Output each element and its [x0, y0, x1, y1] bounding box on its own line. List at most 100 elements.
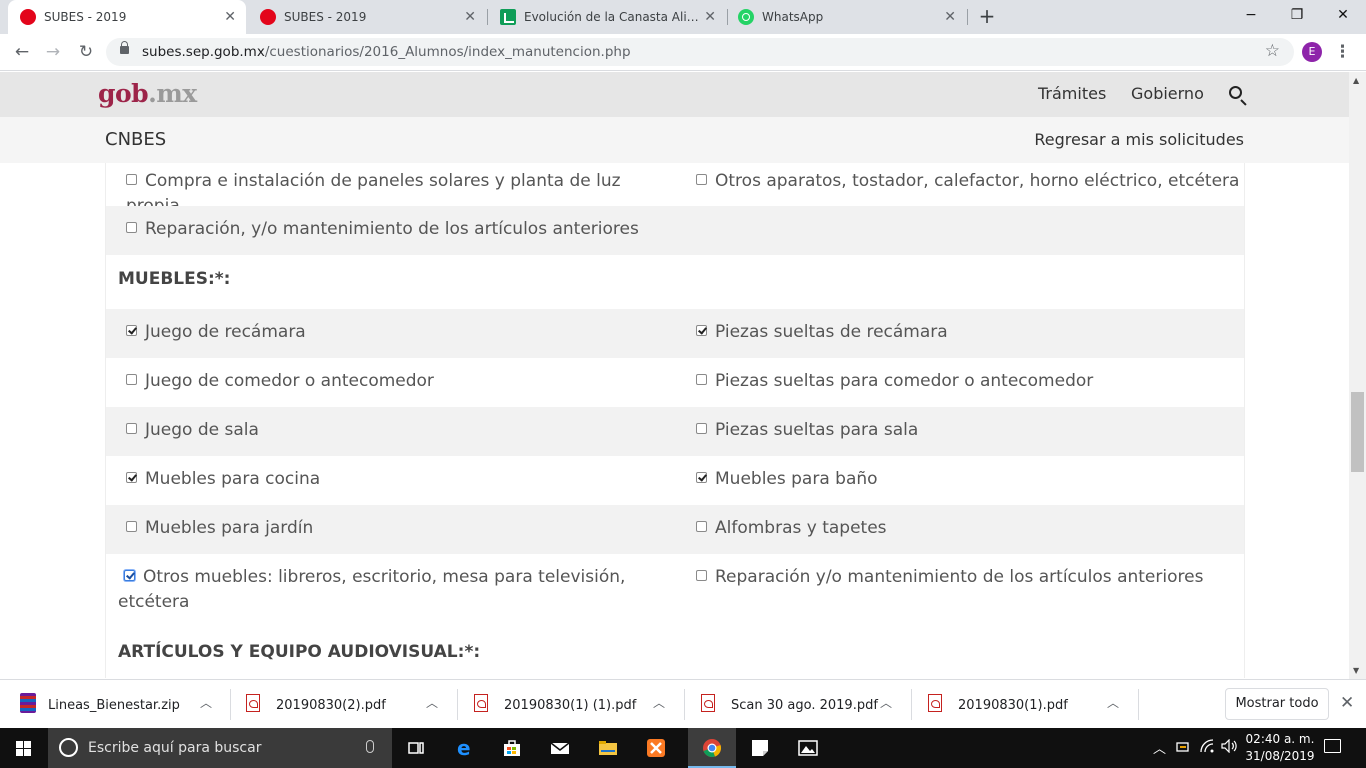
back-to-requests-link[interactable]: Regresar a mis solicitudes: [1034, 130, 1244, 149]
chevron-up-icon[interactable]: ︿: [653, 694, 665, 711]
show-all-downloads-button[interactable]: Mostrar todo: [1225, 688, 1329, 720]
download-item[interactable]: 20190830(2).pdf ︿: [228, 680, 454, 729]
option-cell: Compra e instalación de paneles solares …: [106, 163, 676, 216]
profile-avatar[interactable]: E: [1302, 42, 1322, 62]
store-icon[interactable]: [488, 728, 536, 768]
taskbar-search-box[interactable]: Escribe aquí para buscar: [48, 728, 392, 768]
address-bar[interactable]: subes.sep.gob.mx/cuestionarios/2016_Alum…: [106, 38, 1294, 66]
pdf-file-icon: [246, 694, 260, 712]
download-item[interactable]: Scan 30 ago. 2019.pdf ︿: [683, 680, 909, 729]
checkbox[interactable]: [696, 423, 707, 434]
edge-icon[interactable]: e: [440, 728, 488, 768]
chevron-up-icon[interactable]: ︿: [426, 694, 438, 711]
tab-canasta[interactable]: Evolución de la Canasta Alimenta ✕: [488, 0, 726, 34]
checkbox[interactable]: [126, 174, 137, 185]
scroll-down-arrow-icon[interactable]: ▼: [1353, 666, 1359, 675]
download-item[interactable]: 20190830(1) (1).pdf ︿: [456, 680, 682, 729]
checkbox[interactable]: [696, 521, 707, 532]
checkbox[interactable]: [126, 423, 137, 434]
option-cell: Piezas sueltas de recámara: [694, 309, 1244, 358]
option-alfombras[interactable]: Alfombras y tapetes: [696, 516, 887, 541]
volume-icon[interactable]: [1221, 738, 1239, 757]
checkbox-checked[interactable]: [696, 325, 707, 336]
photos-icon[interactable]: [784, 728, 832, 768]
close-tab-icon[interactable]: ✕: [464, 9, 476, 25]
tab-title: WhatsApp: [762, 10, 824, 24]
option-label: Juego de sala: [145, 420, 259, 440]
bookmark-star-icon[interactable]: ☆: [1265, 41, 1280, 61]
close-tab-icon[interactable]: ✕: [944, 9, 956, 25]
chrome-icon[interactable]: [688, 728, 736, 768]
scroll-up-arrow-icon[interactable]: ▲: [1353, 76, 1359, 85]
browser-menu-icon[interactable]: ⋮: [1334, 40, 1351, 64]
checkbox-checked[interactable]: [124, 570, 135, 581]
tab-whatsapp[interactable]: WhatsApp ✕: [728, 0, 966, 34]
microphone-icon[interactable]: [366, 740, 374, 753]
back-arrow-icon[interactable]: ←: [10, 40, 34, 64]
page-scrollbar[interactable]: ▲ ▼: [1349, 72, 1366, 679]
gob-header: gob.mx Trámites Gobierno: [0, 72, 1366, 117]
notifications-icon[interactable]: [1324, 739, 1341, 753]
checkbox-checked[interactable]: [696, 472, 707, 483]
option-juego-comedor[interactable]: Juego de comedor o antecomedor: [126, 369, 434, 394]
chevron-up-icon[interactable]: ︿: [1107, 694, 1119, 711]
sticky-notes-icon[interactable]: [736, 728, 784, 768]
close-tab-icon[interactable]: ✕: [704, 9, 716, 25]
form-row: Otros muebles: libreros, escritorio, mes…: [106, 554, 1244, 628]
close-tab-icon[interactable]: ✕: [224, 9, 236, 25]
checkbox-checked[interactable]: [126, 325, 137, 336]
option-reparacion-aparatos[interactable]: Reparación, y/o mantenimiento de los art…: [126, 217, 639, 242]
checkbox[interactable]: [696, 174, 707, 185]
task-view-icon[interactable]: [392, 728, 440, 768]
checkbox[interactable]: [126, 374, 137, 385]
option-piezas-comedor[interactable]: Piezas sueltas para comedor o antecomedo…: [696, 369, 1093, 394]
forward-arrow-icon[interactable]: →: [41, 40, 65, 64]
windows-taskbar: Escribe aquí para buscar e ︿ 02:40 a. m.…: [0, 728, 1366, 768]
start-button[interactable]: [0, 728, 48, 768]
gob-mx-logo[interactable]: gob.mx: [98, 79, 197, 108]
new-tab-button[interactable]: +: [976, 5, 998, 27]
option-muebles-bano[interactable]: Muebles para baño: [696, 467, 878, 492]
mail-icon[interactable]: [536, 728, 584, 768]
windows-logo-icon: [16, 741, 31, 756]
url-text[interactable]: subes.sep.gob.mx/cuestionarios/2016_Alum…: [142, 44, 631, 60]
minimize-button[interactable]: −: [1228, 0, 1274, 30]
option-otros-aparatos[interactable]: Otros aparatos, tostador, calefactor, ho…: [696, 169, 1239, 194]
close-window-button[interactable]: ✕: [1320, 0, 1366, 30]
power-icon[interactable]: [1176, 740, 1190, 758]
checkbox[interactable]: [696, 374, 707, 385]
download-item[interactable]: Lineas_Bienestar.zip ︿: [0, 680, 226, 729]
option-reparacion-muebles[interactable]: Reparación y/o mantenimiento de los artí…: [696, 565, 1203, 590]
checkbox[interactable]: [126, 521, 137, 532]
option-muebles-jardin[interactable]: Muebles para jardín: [126, 516, 313, 541]
chevron-up-icon[interactable]: ︿: [880, 694, 892, 711]
tab-subes-active[interactable]: SUBES - 2019 ✕: [8, 0, 246, 34]
taskbar-clock[interactable]: 02:40 a. m. 31/08/2019: [1244, 731, 1316, 765]
option-muebles-cocina[interactable]: Muebles para cocina: [126, 467, 320, 492]
cnbes-subheader: CNBES Regresar a mis solicitudes: [0, 117, 1366, 163]
checkbox[interactable]: [126, 222, 137, 233]
file-explorer-icon[interactable]: [584, 728, 632, 768]
option-cell: Piezas sueltas para comedor o antecomedo…: [694, 358, 1244, 407]
search-icon[interactable]: [1229, 86, 1242, 99]
restore-button[interactable]: ❐: [1274, 0, 1320, 30]
nav-gobierno[interactable]: Gobierno: [1131, 84, 1204, 103]
checkbox-checked[interactable]: [126, 472, 137, 483]
chevron-up-icon[interactable]: ︿: [1153, 738, 1166, 757]
nav-tramites[interactable]: Trámites: [1038, 84, 1106, 103]
option-piezas-sala[interactable]: Piezas sueltas para sala: [696, 418, 918, 443]
option-otros-muebles[interactable]: Otros muebles: libreros, escritorio, mes…: [118, 565, 638, 615]
pdf-file-icon: [474, 694, 488, 712]
option-juego-recamara[interactable]: Juego de recámara: [126, 320, 306, 345]
checkbox[interactable]: [696, 570, 707, 581]
xampp-icon[interactable]: [632, 728, 680, 768]
option-juego-sala[interactable]: Juego de sala: [126, 418, 259, 443]
option-piezas-recamara[interactable]: Piezas sueltas de recámara: [696, 320, 948, 345]
chevron-up-icon[interactable]: ︿: [200, 694, 212, 711]
scrollbar-thumb[interactable]: [1351, 392, 1364, 472]
tab-subes-2[interactable]: SUBES - 2019 ✕: [248, 0, 486, 34]
wifi-icon[interactable]: [1199, 739, 1215, 757]
close-shelf-icon[interactable]: ✕: [1340, 693, 1354, 713]
download-item[interactable]: 20190830(1).pdf ︿: [910, 680, 1136, 729]
reload-icon[interactable]: ↻: [74, 40, 98, 64]
